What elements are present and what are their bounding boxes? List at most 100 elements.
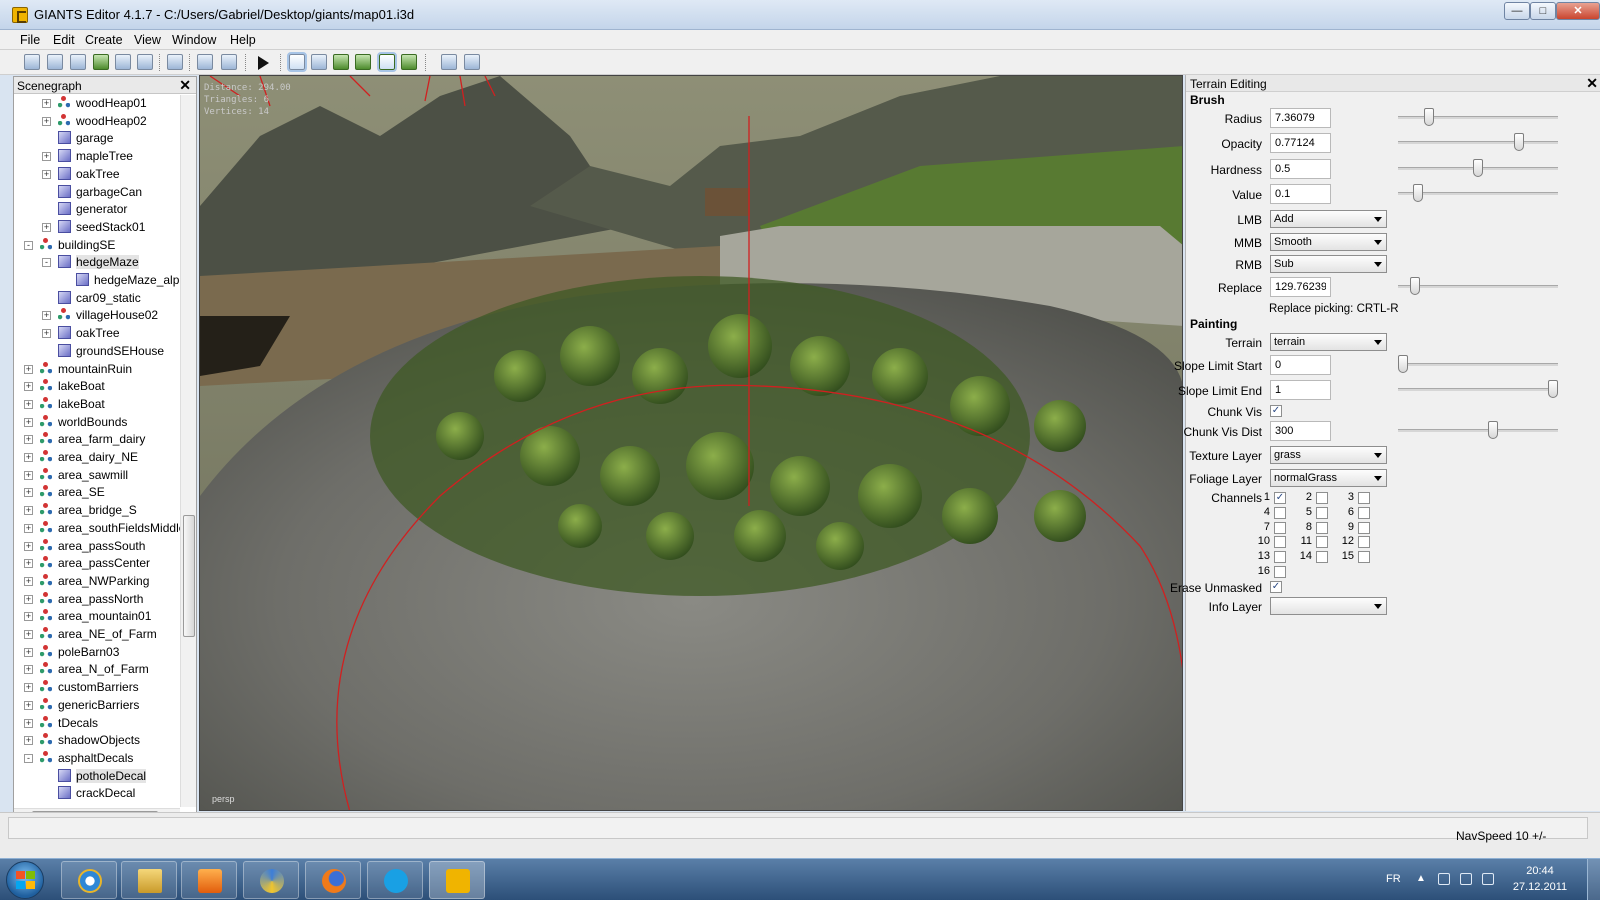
channel-checkbox[interactable] xyxy=(1274,521,1286,534)
radius-slider[interactable] xyxy=(1398,107,1558,127)
render-test-icon[interactable] xyxy=(464,54,480,70)
channel-checkbox[interactable] xyxy=(1316,492,1328,504)
scenegraph-item[interactable]: + area_passNorth xyxy=(14,591,180,608)
import-icon[interactable] xyxy=(70,54,86,70)
show-desktop-button[interactable] xyxy=(1587,859,1600,900)
slider-knob[interactable] xyxy=(1410,277,1420,295)
channel-checkbox[interactable] xyxy=(1274,566,1286,578)
expand-icon[interactable]: + xyxy=(24,399,33,409)
scenegraph-item[interactable]: + area_farm_dairy xyxy=(14,431,180,448)
scenegraph-item[interactable]: garage xyxy=(14,130,180,147)
expand-icon[interactable]: + xyxy=(24,541,33,551)
slope-limit-start-slider[interactable] xyxy=(1398,354,1558,374)
expand-icon[interactable]: + xyxy=(24,506,33,516)
slider-knob[interactable] xyxy=(1398,355,1408,373)
expand-icon[interactable]: + xyxy=(24,453,33,462)
expand-icon[interactable]: + xyxy=(42,311,51,321)
scenegraph-item[interactable]: potholeDecal xyxy=(14,768,180,785)
render-settings-icon[interactable] xyxy=(441,54,457,70)
expand-icon[interactable]: + xyxy=(24,523,33,533)
channel-checkbox[interactable] xyxy=(1358,492,1370,504)
collapse-icon[interactable]: - xyxy=(24,753,33,763)
expand-icon[interactable]: + xyxy=(24,470,33,480)
expand-icon[interactable]: + xyxy=(42,329,51,339)
scenegraph-item[interactable]: hedgeMaze_alpha xyxy=(14,272,180,289)
scenegraph-item[interactable]: + area_N_of_Farm xyxy=(14,661,180,678)
scenegraph-item[interactable]: + area_southFieldsMiddle xyxy=(14,520,180,537)
slider-knob[interactable] xyxy=(1423,108,1434,126)
scenegraph-item[interactable]: + area_passSouth xyxy=(14,538,180,555)
hardness-slider[interactable] xyxy=(1398,158,1558,178)
start-button[interactable] xyxy=(6,861,44,899)
opacity-input[interactable] xyxy=(1270,133,1331,153)
expand-icon[interactable]: + xyxy=(24,382,33,392)
language-indicator[interactable]: FR xyxy=(1386,873,1401,885)
redo-icon[interactable] xyxy=(221,54,237,70)
expand-icon[interactable]: + xyxy=(42,99,51,108)
firefox-icon[interactable] xyxy=(305,861,361,899)
maximize-button[interactable]: □ xyxy=(1530,2,1556,20)
value-slider[interactable] xyxy=(1398,183,1558,203)
terrain-smooth-icon[interactable] xyxy=(401,54,417,70)
channel-checkbox[interactable] xyxy=(1316,506,1328,519)
slope-limit-end-slider[interactable] xyxy=(1398,379,1558,399)
chunk-vis-dist-slider[interactable] xyxy=(1398,420,1558,440)
collapse-icon[interactable]: - xyxy=(24,240,33,250)
channel-checkbox[interactable] xyxy=(1274,506,1286,519)
device-icon[interactable] xyxy=(1438,873,1450,885)
tool-app-icon[interactable] xyxy=(243,861,299,899)
scenegraph-item[interactable]: generator xyxy=(14,201,180,218)
terrain-editing-close-icon[interactable]: ✕ xyxy=(1586,75,1598,92)
chunk-vis-checkbox[interactable]: ✓ xyxy=(1270,405,1282,417)
channel-checkbox[interactable] xyxy=(1358,506,1370,519)
scenegraph-item[interactable]: - buildingSE xyxy=(14,237,180,254)
internet-explorer-icon[interactable] xyxy=(61,861,117,899)
scenegraph-item[interactable]: - hedgeMaze xyxy=(14,254,180,271)
slider-knob[interactable] xyxy=(1473,159,1483,177)
scenegraph-item[interactable]: + villageHouse02 xyxy=(14,307,180,324)
expand-icon[interactable]: + xyxy=(24,700,33,710)
slope-limit-start-input[interactable] xyxy=(1270,355,1331,375)
giants-editor-icon[interactable] xyxy=(429,861,485,899)
skype-icon[interactable] xyxy=(367,861,423,899)
hardness-input[interactable] xyxy=(1270,159,1331,179)
channel-checkbox[interactable] xyxy=(1316,551,1328,564)
scenegraph-item[interactable]: + oakTree xyxy=(14,325,180,342)
slider-knob[interactable] xyxy=(1548,380,1558,398)
menu-window[interactable]: Window xyxy=(172,33,216,47)
scenegraph-item[interactable]: + seedStack01 xyxy=(14,219,180,236)
slider-knob[interactable] xyxy=(1513,133,1524,151)
save-as-icon[interactable] xyxy=(137,54,153,70)
scenegraph-item[interactable]: + shadowObjects xyxy=(14,732,180,749)
menu-create[interactable]: Create xyxy=(85,33,123,47)
scenegraph-item[interactable]: garbageCan xyxy=(14,184,180,201)
media-player-icon[interactable] xyxy=(181,861,237,899)
channel-checkbox[interactable] xyxy=(1358,536,1370,549)
scrollbar-thumb[interactable] xyxy=(183,515,195,637)
channel-checkbox[interactable] xyxy=(1316,521,1328,534)
save-icon[interactable] xyxy=(115,54,131,70)
radius-input[interactable] xyxy=(1270,108,1331,128)
channel-checkbox[interactable]: ✓ xyxy=(1274,492,1286,504)
scenegraph-item[interactable]: + area_passCenter xyxy=(14,555,180,572)
reload-icon[interactable] xyxy=(93,54,109,70)
terrain-sculpt-icon[interactable] xyxy=(333,54,349,70)
slider-knob[interactable] xyxy=(1488,421,1498,439)
menu-view[interactable]: View xyxy=(134,33,161,47)
network-icon[interactable] xyxy=(1460,873,1472,885)
expand-icon[interactable]: + xyxy=(42,169,51,179)
scenegraph-item[interactable]: groundSEHouse xyxy=(14,343,180,360)
lmb-select[interactable]: Add xyxy=(1270,210,1387,228)
expand-icon[interactable]: + xyxy=(42,116,51,126)
opacity-slider[interactable] xyxy=(1398,132,1558,152)
expand-icon[interactable]: + xyxy=(42,152,51,162)
slider-knob[interactable] xyxy=(1413,184,1423,202)
erase-unmasked-checkbox[interactable]: ✓ xyxy=(1270,581,1282,593)
texture-layer-select[interactable]: grass xyxy=(1270,446,1387,464)
close-window-button[interactable]: ✕ xyxy=(1556,2,1600,20)
expand-icon[interactable]: + xyxy=(24,364,33,374)
expand-icon[interactable]: + xyxy=(24,594,33,604)
expand-icon[interactable]: + xyxy=(24,665,33,675)
menu-file[interactable]: File xyxy=(20,33,40,47)
volume-icon[interactable] xyxy=(1482,873,1494,885)
